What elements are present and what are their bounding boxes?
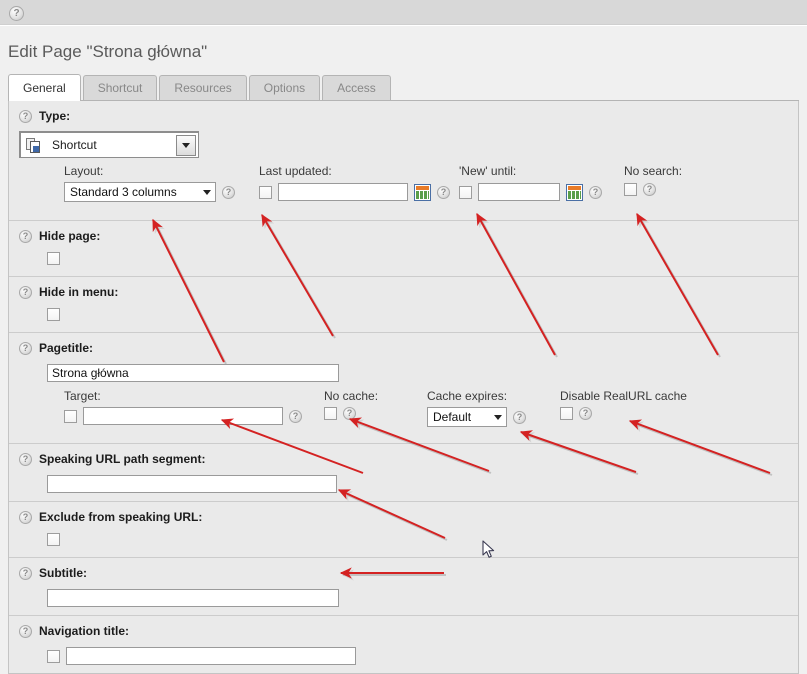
row-hide-in-menu: Hide in menu:	[9, 277, 798, 333]
help-icon-last-updated[interactable]	[437, 185, 450, 199]
help-icon[interactable]	[9, 6, 24, 21]
last-updated-checkbox[interactable]	[259, 185, 272, 199]
new-until-label: 'New' until:	[459, 164, 517, 178]
layout-select[interactable]: Standard 3 columns	[64, 182, 216, 202]
help-icon-layout[interactable]	[222, 185, 235, 199]
help-icon-no-search[interactable]	[643, 183, 656, 196]
cache-expires-label: Cache expires:	[427, 389, 508, 403]
help-icon-hide-page[interactable]	[19, 229, 32, 243]
no-search-checkbox[interactable]	[624, 183, 637, 196]
help-icon-new-until[interactable]	[589, 185, 602, 199]
tab-bar: General Shortcut Resources Options Acces…	[8, 74, 799, 101]
page-body: Edit Page "Strona główna" General Shortc…	[0, 26, 807, 674]
help-icon-disable-realurl-cache[interactable]	[579, 407, 592, 420]
layout-select-value: Standard 3 columns	[70, 185, 177, 199]
cache-expires-select-value: Default	[433, 410, 472, 424]
hide-in-menu-label-line: Hide in menu:	[9, 283, 798, 301]
target-checkbox[interactable]	[64, 409, 77, 423]
hide-in-menu-checkbox[interactable]	[47, 308, 60, 321]
mouse-cursor	[482, 540, 495, 558]
hide-page-checkbox[interactable]	[47, 252, 60, 265]
help-icon-exclude-speaking-url[interactable]	[19, 510, 32, 524]
subtitle-label: Subtitle:	[39, 566, 87, 580]
help-icon-cache-expires[interactable]	[513, 410, 526, 424]
navigation-title-label: Navigation title:	[39, 624, 130, 638]
pagetitle-label: Pagetitle:	[39, 341, 94, 355]
last-updated-label: Last updated:	[259, 164, 332, 178]
row-type: Type: Shortcut Layout: Standard 3 column…	[9, 101, 798, 221]
type-label-line: Type:	[9, 107, 798, 125]
new-until-input[interactable]	[478, 183, 560, 201]
chevron-down-icon-layout[interactable]	[199, 188, 215, 197]
layout-group: Layout: Standard 3 columns	[64, 164, 235, 202]
help-icon-navigation-title[interactable]	[19, 624, 32, 638]
exclude-from-speaking-url-label: Exclude from speaking URL:	[39, 510, 203, 524]
help-icon-pagetitle[interactable]	[19, 341, 32, 355]
row-hide-page: Hide page:	[9, 221, 798, 277]
row-navigation-title: Navigation title:	[9, 616, 798, 673]
new-until-group: 'New' until:	[459, 164, 602, 201]
row-pagetitle: Pagetitle: Target: No cache:	[9, 333, 798, 444]
shortcut-document-icon	[26, 137, 43, 154]
help-icon-no-cache[interactable]	[343, 407, 356, 420]
tab-underline	[8, 100, 799, 101]
no-cache-group: No cache:	[324, 389, 378, 420]
tab-options[interactable]: Options	[248, 75, 321, 101]
exclude-from-speaking-url-checkbox[interactable]	[47, 533, 60, 546]
calendar-icon-new-until[interactable]	[566, 183, 583, 201]
layout-label: Layout:	[64, 164, 104, 178]
no-search-label: No search:	[624, 164, 683, 178]
no-cache-checkbox[interactable]	[324, 407, 337, 420]
no-cache-label: No cache:	[324, 389, 379, 403]
page-title: Edit Page "Strona główna"	[8, 42, 208, 61]
tab-shortcut[interactable]: Shortcut	[82, 75, 158, 101]
cache-expires-select[interactable]: Default	[427, 407, 507, 427]
row-speaking-url-path-segment: Speaking URL path segment:	[9, 444, 798, 502]
target-input[interactable]	[83, 407, 283, 425]
speaking-url-path-segment-input[interactable]	[47, 475, 337, 493]
exclude-speaking-url-label-line: Exclude from speaking URL:	[9, 508, 798, 526]
type-select-value: Shortcut	[52, 138, 97, 152]
speaking-url-path-segment-label: Speaking URL path segment:	[39, 452, 206, 466]
navigation-title-input[interactable]	[66, 647, 356, 665]
hide-page-label: Hide page:	[39, 229, 101, 243]
help-icon-speaking-url[interactable]	[19, 452, 32, 466]
pagetitle-input[interactable]	[47, 364, 339, 382]
last-updated-input[interactable]	[278, 183, 408, 201]
disable-realurl-cache-checkbox[interactable]	[560, 407, 573, 420]
chevron-down-icon-cache-expires[interactable]	[490, 413, 506, 422]
help-icon-type[interactable]	[19, 109, 32, 123]
disable-realurl-cache-label: Disable RealURL cache	[560, 389, 687, 403]
speaking-url-label-line: Speaking URL path segment:	[9, 450, 798, 468]
hide-in-menu-label: Hide in menu:	[39, 285, 119, 299]
subtitle-label-line: Subtitle:	[9, 564, 798, 582]
target-label: Target:	[64, 389, 101, 403]
no-search-group: No search:	[624, 164, 682, 196]
row-subtitle: Subtitle:	[9, 558, 798, 616]
top-toolbar	[0, 0, 807, 25]
chevron-down-icon-type[interactable]	[176, 135, 196, 156]
type-label: Type:	[39, 109, 71, 123]
new-until-checkbox[interactable]	[459, 185, 472, 199]
navigation-title-checkbox[interactable]	[47, 649, 60, 663]
subtitle-input[interactable]	[47, 589, 339, 607]
help-icon-subtitle[interactable]	[19, 566, 32, 580]
pagetitle-label-line: Pagetitle:	[9, 339, 798, 357]
tab-resources[interactable]: Resources	[159, 75, 247, 101]
form-panel: Type: Shortcut Layout: Standard 3 column…	[8, 101, 799, 674]
row-exclude-from-speaking-url: Exclude from speaking URL:	[9, 502, 798, 558]
cache-expires-group: Cache expires: Default	[427, 389, 526, 427]
type-select[interactable]: Shortcut	[19, 131, 199, 158]
navigation-title-label-line: Navigation title:	[9, 622, 798, 640]
disable-realurl-cache-group: Disable RealURL cache	[560, 389, 687, 420]
last-updated-group: Last updated:	[259, 164, 450, 201]
tab-general[interactable]: General	[8, 74, 81, 101]
help-icon-hide-in-menu[interactable]	[19, 285, 32, 299]
target-group: Target:	[64, 389, 302, 425]
tab-access[interactable]: Access	[322, 75, 391, 101]
help-icon-target[interactable]	[289, 409, 302, 423]
hide-page-label-line: Hide page:	[9, 227, 798, 245]
calendar-icon-last-updated[interactable]	[414, 183, 431, 201]
